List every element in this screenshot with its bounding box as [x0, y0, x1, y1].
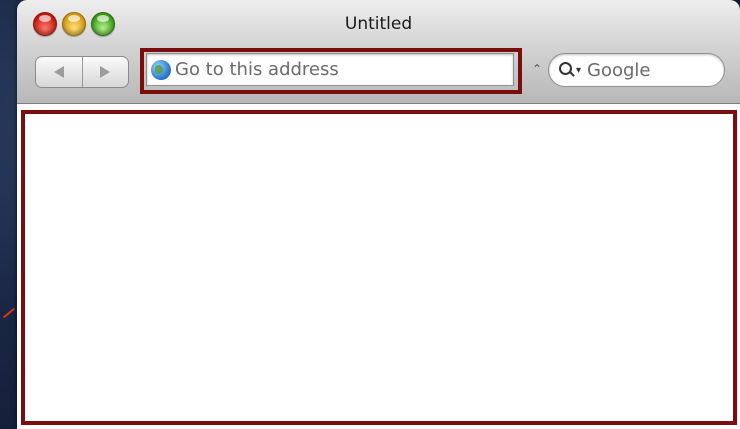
annotation-arrow	[2, 307, 16, 319]
search-menu-chevron-icon[interactable]: ▾	[576, 65, 581, 76]
search-field[interactable]: ▾ Google	[548, 53, 725, 87]
resize-caret-icon: ⌃	[532, 62, 543, 76]
browser-window: Untitled Go to this address ⌃ ▾ Google	[17, 0, 740, 429]
search-icon	[559, 62, 575, 78]
content-area-highlight	[21, 110, 737, 425]
forward-arrow-icon	[100, 66, 111, 78]
globe-icon	[151, 59, 171, 80]
window-title: Untitled	[344, 14, 413, 34]
address-bar[interactable]: Go to this address	[146, 53, 514, 86]
title-bar: Untitled Go to this address ⌃ ▾ Google	[17, 0, 740, 104]
back-button[interactable]	[36, 57, 82, 87]
back-arrow-icon	[53, 66, 64, 78]
page-content-area[interactable]	[17, 104, 740, 429]
navigation-buttons	[35, 56, 129, 88]
search-placeholder: Google	[587, 59, 651, 81]
forward-button[interactable]	[81, 57, 129, 87]
address-placeholder: Go to this address	[175, 59, 339, 80]
